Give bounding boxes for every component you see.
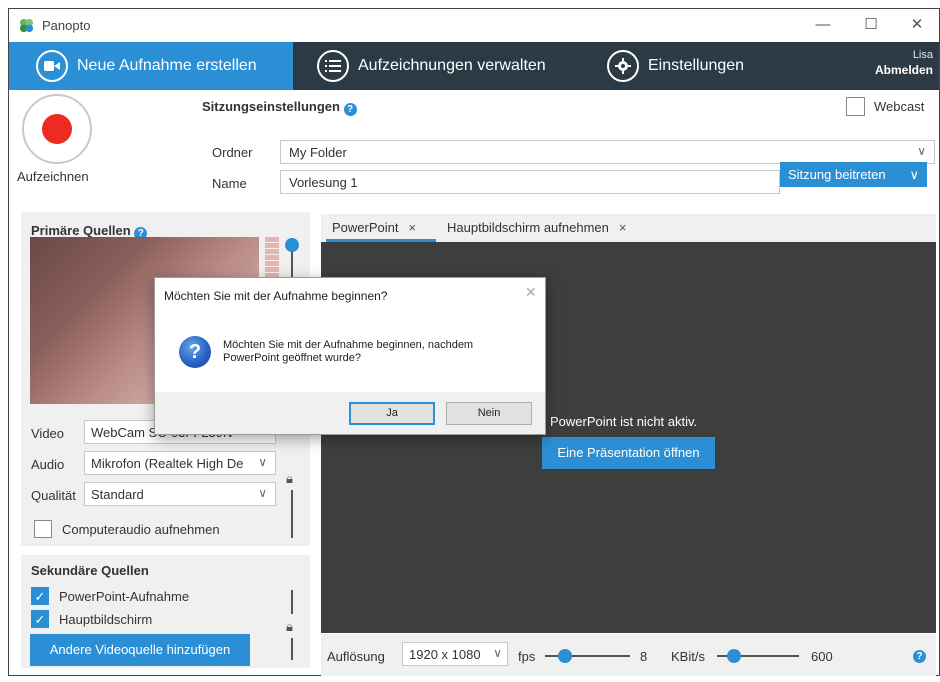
- yes-button[interactable]: Ja: [349, 402, 435, 425]
- main-screen-label: Hauptbildschirm: [59, 612, 153, 627]
- computer-audio-checkbox[interactable]: [34, 520, 52, 538]
- dialog-message-line1: Möchten Sie mit der Aufnahme beginnen, n…: [223, 339, 474, 351]
- dialog-message: Möchten Sie mit der Aufnahme beginnen, n…: [223, 339, 523, 365]
- sign-out-link[interactable]: Abmelden: [875, 63, 933, 77]
- bitrate-label: KBit/s: [671, 649, 705, 664]
- top-nav: Neue Aufnahme erstellen Aufzeichnungen v…: [9, 42, 939, 90]
- powerpoint-capture-checkbox[interactable]: ✓: [31, 587, 49, 605]
- tab-main-screen[interactable]: Hauptbildschirm aufnehmen ×: [447, 214, 626, 242]
- record-button[interactable]: [22, 94, 92, 164]
- start-recording-dialog: Möchten Sie mit der Aufnahme beginnen? ✕…: [154, 277, 546, 435]
- volume-slider-knob[interactable]: [285, 238, 299, 252]
- fps-slider-knob[interactable]: [558, 649, 572, 663]
- minimize-button[interactable]: —: [801, 13, 845, 37]
- tab-settings-label: Einstellungen: [648, 57, 745, 74]
- primary-sources-title-text: Primäre Quellen: [31, 223, 131, 238]
- close-icon[interactable]: ×: [408, 220, 416, 235]
- folder-label: Ordner: [212, 145, 253, 160]
- dialog-close-icon[interactable]: ✕: [525, 284, 537, 301]
- resolution-select[interactable]: 1920 x 1080 ∨: [402, 642, 508, 666]
- secondary-volume-track: [291, 590, 293, 614]
- session-settings-title-text: Sitzungseinstellungen: [202, 99, 340, 114]
- dialog-title: Möchten Sie mit der Aufnahme beginnen?: [164, 289, 388, 303]
- user-name: Lisa: [912, 49, 933, 61]
- app-title: Panopto: [42, 18, 91, 33]
- help-icon[interactable]: ?: [913, 650, 926, 663]
- main-screen-checkbox[interactable]: ✓: [31, 610, 49, 628]
- help-icon[interactable]: ?: [343, 103, 357, 116]
- resolution-label: Auflösung: [327, 649, 385, 664]
- quality-label: Qualität: [31, 488, 76, 503]
- join-session-label: Sitzung beitreten: [788, 167, 886, 182]
- quality-value: Standard: [91, 487, 144, 502]
- chevron-down-icon: ∨: [258, 486, 267, 500]
- lock-icon[interactable]: 🔒︎: [286, 619, 293, 635]
- list-icon: [317, 50, 349, 82]
- tab-settings[interactable]: Einstellungen: [607, 42, 744, 90]
- panopto-logo-icon: [19, 18, 34, 33]
- powerpoint-capture-label: PowerPoint-Aufnahme: [59, 589, 190, 604]
- audio-label: Audio: [31, 457, 65, 472]
- computer-audio-label: Computeraudio aufnehmen: [62, 522, 220, 537]
- open-presentation-button[interactable]: Eine Präsentation öffnen: [542, 437, 715, 469]
- source-tabs-bar: PowerPoint × Hauptbildschirm aufnehmen ×: [321, 214, 936, 242]
- tab-powerpoint[interactable]: PowerPoint ×: [326, 214, 436, 242]
- tab-manage-recordings-label: Aufzeichnungen verwalten: [358, 57, 546, 74]
- secondary-sources-title: Sekundäre Quellen: [31, 563, 149, 578]
- add-video-source-button[interactable]: Andere Videoquelle hinzufügen: [30, 634, 250, 666]
- close-icon[interactable]: ×: [619, 220, 627, 235]
- webcast-label: Webcast: [874, 99, 925, 114]
- chevron-down-icon: ∨: [258, 455, 267, 469]
- tab-powerpoint-label: PowerPoint: [332, 220, 399, 235]
- no-button[interactable]: Nein: [446, 402, 532, 425]
- session-name-value: Vorlesung 1: [289, 175, 358, 190]
- fps-value: 8: [640, 649, 648, 664]
- dialog-footer: Ja Nein: [155, 392, 545, 434]
- join-session-button[interactable]: Sitzung beitreten ∨: [780, 162, 927, 187]
- powerpoint-status-text: PowerPoint ist nicht aktiv.: [550, 414, 698, 429]
- close-window-button[interactable]: ✕: [895, 13, 939, 37]
- chevron-down-icon: ∨: [493, 646, 502, 660]
- bitrate-value: 600: [811, 649, 833, 664]
- gear-icon: [607, 50, 639, 82]
- bitrate-slider-knob[interactable]: [727, 649, 741, 663]
- record-label: Aufzeichnen: [17, 169, 89, 184]
- question-icon: ?: [179, 336, 211, 368]
- secondary-volume-track-lower: [291, 638, 293, 660]
- webcast-checkbox[interactable]: [846, 97, 865, 116]
- chevron-down-icon: ∨: [917, 144, 926, 158]
- tab-manage-recordings[interactable]: Aufzeichnungen verwalten: [317, 42, 546, 90]
- tab-main-screen-label: Hauptbildschirm aufnehmen: [447, 220, 609, 235]
- fps-label: fps: [518, 649, 536, 664]
- resolution-value: 1920 x 1080: [409, 647, 481, 662]
- folder-select[interactable]: My Folder ∨: [280, 140, 935, 164]
- dialog-message-line2: PowerPoint geöffnet wurde?: [223, 352, 361, 364]
- session-settings-title: Sitzungseinstellungen ?: [202, 99, 357, 116]
- chevron-down-icon: ∨: [909, 167, 919, 182]
- volume-slider-track-lower: [291, 490, 293, 538]
- title-bar: Panopto — ☐ ✕: [9, 9, 939, 42]
- record-dot-icon: [42, 114, 72, 144]
- camera-icon: [36, 50, 68, 82]
- tab-new-recording[interactable]: Neue Aufnahme erstellen: [9, 42, 293, 90]
- maximize-button[interactable]: ☐: [849, 13, 893, 37]
- tab-new-recording-label: Neue Aufnahme erstellen: [77, 57, 257, 74]
- name-label: Name: [212, 176, 247, 191]
- audio-source-select[interactable]: Mikrofon (Realtek High De ∨: [84, 451, 276, 475]
- lock-icon[interactable]: 🔒︎: [286, 471, 293, 487]
- user-box: Lisa Abmelden: [875, 49, 933, 77]
- session-name-input[interactable]: Vorlesung 1: [280, 170, 780, 194]
- folder-value: My Folder: [289, 145, 347, 160]
- audio-level-meter: [265, 237, 279, 277]
- quality-select[interactable]: Standard ∨: [84, 482, 276, 506]
- video-label: Video: [31, 426, 65, 441]
- audio-source-value: Mikrofon (Realtek High De: [91, 456, 244, 471]
